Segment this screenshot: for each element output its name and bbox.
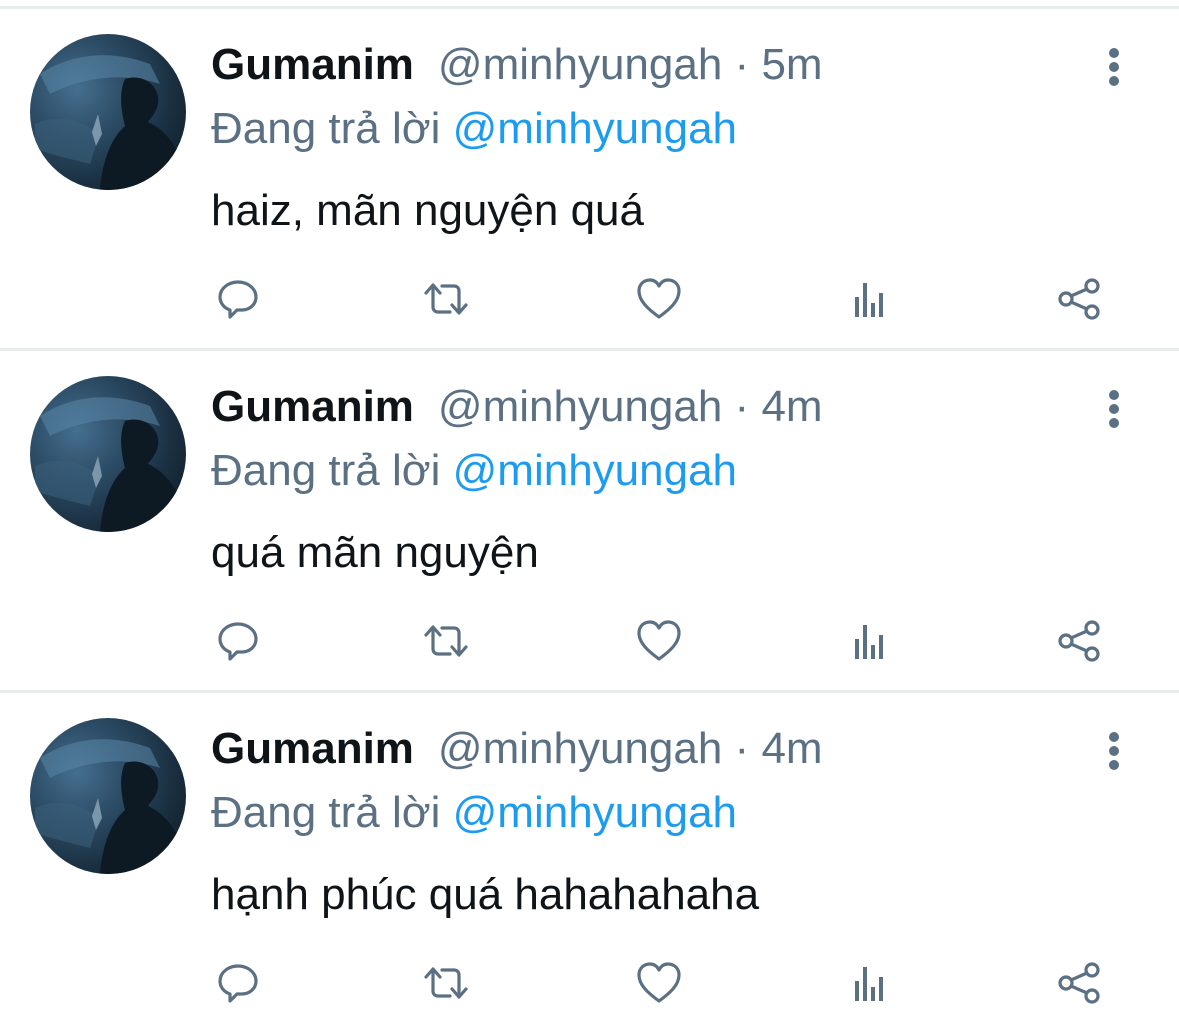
reply-button[interactable] (214, 619, 262, 667)
stats-button[interactable] (845, 961, 893, 1009)
timestamp[interactable]: 5m (761, 40, 822, 89)
share-icon (1056, 961, 1104, 1010)
more-vertical-icon (1108, 731, 1120, 776)
like-button[interactable] (635, 277, 683, 325)
replying-to: Đang trả lời @minhyungah (211, 103, 737, 155)
reply-mention-link[interactable]: @minhyungah (453, 446, 737, 495)
reply-mention-link[interactable]: @minhyungah (453, 788, 737, 837)
reply-icon (216, 277, 260, 326)
separator-dot: · (734, 382, 750, 431)
tweet-header: Gumanim @minhyungah · 4m (211, 723, 823, 775)
user-handle[interactable]: @minhyungah (438, 382, 722, 431)
share-button[interactable] (1056, 619, 1104, 667)
share-button[interactable] (1056, 277, 1104, 325)
tweet[interactable]: Gumanim @minhyungah · 5m Đang trả lời @mi… (0, 9, 1179, 351)
share-icon (1056, 619, 1104, 668)
like-button[interactable] (635, 961, 683, 1009)
retweet-button[interactable] (422, 961, 470, 1009)
more-options-button[interactable] (1096, 387, 1132, 435)
tweet-header: Gumanim @minhyungah · 5m (211, 39, 823, 91)
avatar[interactable] (30, 718, 186, 874)
like-button[interactable] (635, 619, 683, 667)
more-options-button[interactable] (1096, 45, 1132, 93)
retweet-button[interactable] (422, 619, 470, 667)
user-handle[interactable]: @minhyungah (438, 40, 722, 89)
display-name[interactable]: Gumanim (211, 40, 414, 89)
user-handle[interactable]: @minhyungah (438, 724, 722, 773)
more-options-button[interactable] (1096, 729, 1132, 777)
reply-prefix: Đang trả lời (211, 104, 441, 153)
replying-to: Đang trả lời @minhyungah (211, 787, 737, 839)
reply-icon (216, 961, 260, 1010)
timestamp[interactable]: 4m (761, 724, 822, 773)
separator-dot: · (734, 40, 750, 89)
reply-icon (216, 619, 260, 668)
stats-icon (849, 619, 889, 668)
reply-button[interactable] (214, 277, 262, 325)
more-vertical-icon (1108, 389, 1120, 434)
heart-icon (636, 961, 682, 1010)
stats-icon (849, 961, 889, 1010)
tweet-text: quá mãn nguyện (211, 528, 539, 577)
tweet[interactable]: Gumanim @minhyungah · 4m Đang trả lời @mi… (0, 351, 1179, 693)
stats-button[interactable] (845, 619, 893, 667)
timestamp[interactable]: 4m (761, 382, 822, 431)
avatar[interactable] (30, 34, 186, 190)
retweet-icon (422, 619, 470, 668)
separator-dot: · (734, 724, 750, 773)
heart-icon (636, 619, 682, 668)
share-icon (1056, 277, 1104, 326)
stats-icon (849, 277, 889, 326)
display-name[interactable]: Gumanim (211, 724, 414, 773)
tweet-header: Gumanim @minhyungah · 4m (211, 381, 823, 433)
retweet-button[interactable] (422, 277, 470, 325)
display-name[interactable]: Gumanim (211, 382, 414, 431)
reply-mention-link[interactable]: @minhyungah (453, 104, 737, 153)
heart-icon (636, 277, 682, 326)
reply-button[interactable] (214, 961, 262, 1009)
reply-prefix: Đang trả lời (211, 446, 441, 495)
avatar[interactable] (30, 376, 186, 532)
tweet-text: hạnh phúc quá hahahahaha (211, 870, 760, 919)
share-button[interactable] (1056, 961, 1104, 1009)
stats-button[interactable] (845, 277, 893, 325)
tweet-text: haiz, mãn nguyện quá (211, 186, 644, 235)
retweet-icon (422, 277, 470, 326)
more-vertical-icon (1108, 47, 1120, 92)
tweet[interactable]: Gumanim @minhyungah · 4m Đang trả lời @mi… (0, 693, 1179, 1035)
replying-to: Đang trả lời @minhyungah (211, 445, 737, 497)
retweet-icon (422, 961, 470, 1010)
reply-prefix: Đang trả lời (211, 788, 441, 837)
